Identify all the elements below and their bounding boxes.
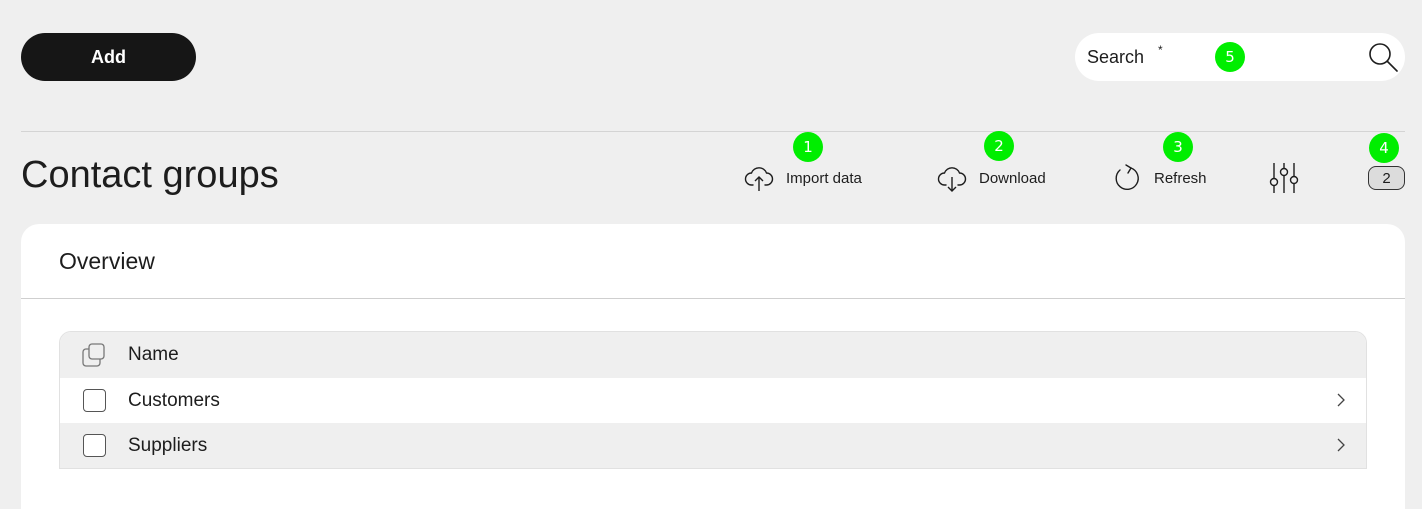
marker-badge: 5: [1215, 42, 1245, 72]
header-divider: [21, 131, 1405, 132]
copy-select-all-icon[interactable]: [81, 342, 107, 368]
overview-panel: Overview Name Customers Suppliers: [21, 224, 1405, 509]
filter-settings-button[interactable]: [1268, 160, 1300, 196]
row-name: Customers: [128, 389, 220, 411]
row-name: Suppliers: [128, 434, 208, 456]
table-row[interactable]: Suppliers: [60, 423, 1366, 468]
sliders-icon: [1269, 163, 1299, 193]
row-checkbox[interactable]: [82, 434, 106, 457]
row-select-cell: [60, 434, 128, 457]
add-button[interactable]: Add: [21, 33, 196, 81]
chevron-right-icon[interactable]: [1332, 436, 1350, 454]
row-checkbox[interactable]: [82, 389, 106, 412]
row-select-cell: [60, 389, 128, 412]
filter-count-badge[interactable]: 2: [1368, 166, 1405, 190]
page-title: Contact groups: [21, 154, 279, 196]
search-label: Search: [1087, 47, 1145, 67]
refresh-label: Refresh: [1154, 169, 1207, 187]
panel-divider: [21, 298, 1405, 299]
chevron-right-icon[interactable]: [1332, 391, 1350, 409]
marker-badge: 1: [793, 132, 823, 162]
contact-groups-table: Name Customers Suppliers: [59, 331, 1367, 469]
import-data-button[interactable]: Import data: [744, 160, 862, 196]
marker-badge: 4: [1369, 133, 1399, 163]
download-label: Download: [979, 169, 1046, 187]
panel-title: Overview: [59, 248, 155, 274]
column-header-name[interactable]: Name: [128, 344, 179, 366]
marker-badge: 3: [1163, 132, 1193, 162]
import-data-label: Import data: [786, 169, 862, 187]
refresh-button[interactable]: Refresh: [1112, 160, 1207, 196]
marker-badge: 2: [984, 131, 1014, 161]
select-all-cell[interactable]: [60, 342, 128, 368]
search-required-mark: *: [1158, 43, 1163, 57]
table-row[interactable]: Customers: [60, 378, 1366, 423]
cloud-download-icon: [937, 167, 967, 192]
refresh-icon: [1115, 164, 1139, 191]
table-header-row: Name: [60, 332, 1366, 378]
download-button[interactable]: Download: [937, 160, 1046, 196]
cloud-upload-icon: [744, 167, 774, 191]
search-icon[interactable]: [1367, 41, 1399, 73]
